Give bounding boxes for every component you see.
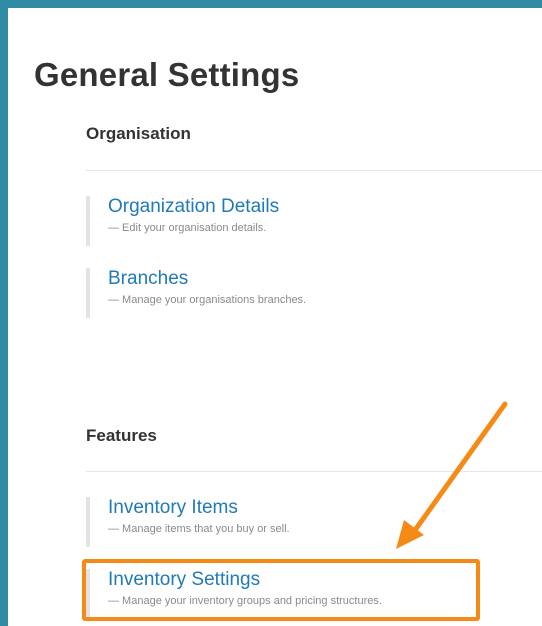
branches-description: — Manage your organisations branches. bbox=[108, 294, 307, 306]
organization-details-description: — Edit your organisation details. bbox=[108, 222, 267, 234]
section-title-features: Features bbox=[86, 426, 157, 445]
setting-item-organization-details: Organization Details — Edit your organis… bbox=[86, 196, 486, 246]
inventory-items-description: — Manage items that you buy or sell. bbox=[108, 523, 290, 535]
branches-link[interactable]: Branches bbox=[108, 268, 486, 290]
section-divider bbox=[86, 170, 542, 171]
highlight-box bbox=[82, 559, 480, 621]
section-divider bbox=[86, 471, 542, 472]
setting-item-inventory-items: Inventory Items — Manage items that you … bbox=[86, 497, 486, 547]
inventory-items-link[interactable]: Inventory Items bbox=[108, 497, 486, 519]
organization-details-link[interactable]: Organization Details bbox=[108, 196, 486, 218]
page-title: General Settings bbox=[34, 56, 300, 93]
section-title-organisation: Organisation bbox=[86, 124, 191, 143]
setting-item-branches: Branches — Manage your organisations bra… bbox=[86, 268, 486, 318]
